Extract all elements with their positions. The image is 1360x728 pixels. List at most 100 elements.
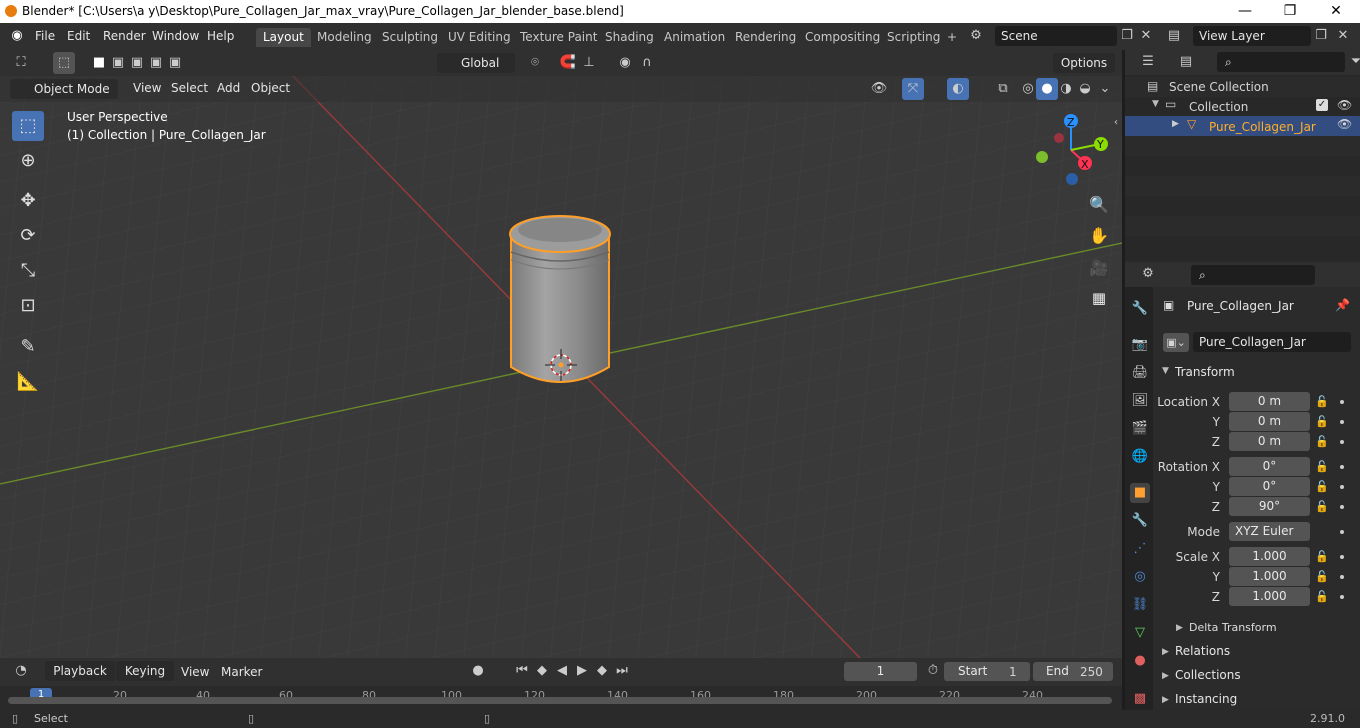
start-frame-field[interactable]: Start [944,662,1030,681]
keyframe-dot-icon[interactable] [1340,595,1344,599]
tab-sculpting[interactable]: Sculpting [375,28,445,47]
object-expand-icon[interactable]: ▶ [1172,119,1179,129]
outliner-scene-collection[interactable]: Scene Collection [1169,80,1269,94]
select-box-tool-icon[interactable]: ⬚ [12,111,44,141]
scale-tool-icon[interactable]: ⤡ [12,256,44,286]
object-visibility-icon[interactable]: 👁 [1337,117,1352,131]
navigation-gizmo[interactable] [1030,112,1120,202]
datablock-name-field[interactable]: Pure_Collagen_Jar [1193,332,1351,352]
menu-window[interactable]: Window [152,29,199,43]
panel-instancing[interactable]: Instancing [1175,692,1237,706]
tool-tab-icon[interactable]: 🔧 [1130,299,1150,319]
tab-scripting[interactable]: Scripting [880,28,947,47]
measure-tool-icon[interactable]: 📐 [12,367,44,397]
panel-delta-transform[interactable]: Delta Transform [1189,621,1277,634]
physics-tab-icon[interactable]: ◎ [1130,567,1150,587]
rotation-x-field[interactable]: 0° [1229,457,1310,476]
keyframe-dot-icon[interactable] [1340,440,1344,444]
tab-compositing[interactable]: Compositing [798,28,887,47]
lock-scale-y-icon[interactable]: 🔓 [1315,570,1329,584]
keyframe-dot-icon[interactable] [1340,555,1344,559]
lock-rotation-x-icon[interactable]: 🔓 [1315,460,1329,474]
new-view-layer-icon[interactable]: ❐ [1310,25,1332,47]
lock-location-x-icon[interactable]: 🔓 [1315,395,1329,409]
tab-texture-paint[interactable]: Texture Paint [513,28,604,47]
tab-modeling[interactable]: Modeling [310,28,379,47]
pan-hand-icon[interactable]: ✋ [1088,225,1110,247]
location-y-field[interactable]: 0 m [1229,412,1310,431]
menu-file[interactable]: File [35,29,55,43]
collection-visibility-icon[interactable]: 👁 [1337,98,1352,112]
collection-checkbox[interactable]: ✓ [1316,99,1328,111]
lock-rotation-y-icon[interactable]: 🔓 [1315,480,1329,494]
view-layer-tab-icon[interactable]: 🖼 [1130,391,1150,411]
outliner-collection[interactable]: Collection [1189,100,1248,114]
collections-expand-icon[interactable]: ▶ [1162,671,1169,681]
scale-z-field[interactable]: 1.000 [1229,587,1310,606]
zoom-icon[interactable]: 🔍 [1088,194,1110,216]
add-workspace-button[interactable]: + [940,28,964,47]
menu-render[interactable]: Render [103,29,146,43]
rotation-mode-dropdown[interactable]: XYZ Euler [1229,522,1310,541]
lock-location-z-icon[interactable]: 🔓 [1315,435,1329,449]
record-icon[interactable]: ● [467,660,489,682]
material-tab-icon[interactable]: ● [1130,651,1150,671]
scene-icon[interactable]: ⚙ [965,25,987,47]
collection-expand-icon[interactable]: ▼ [1152,99,1159,109]
datablock-type-icon[interactable]: ▣⌄ [1163,333,1189,352]
outliner-search-input[interactable]: ⌕ [1217,52,1345,72]
maximize-button[interactable]: ❐ [1267,0,1313,23]
properties-editor-icon[interactable]: ⚙ [1137,263,1159,285]
scale-y-field[interactable]: 1.000 [1229,567,1310,586]
next-keyframe-icon[interactable]: ◆ [591,660,613,682]
move-tool-icon[interactable]: ✥ [12,186,44,216]
data-tab-icon[interactable]: ▽ [1130,623,1150,643]
outliner-object[interactable]: Pure_Collagen_Jar [1209,120,1316,134]
tab-rendering[interactable]: Rendering [728,28,803,47]
camera-view-icon[interactable]: 🎥 [1088,257,1110,279]
keyframe-dot-icon[interactable] [1340,505,1344,509]
pin-icon[interactable]: 📌 [1335,298,1350,312]
ortho-grid-icon[interactable]: ▦ [1088,287,1110,309]
output-tab-icon[interactable]: 🖨 [1130,363,1150,383]
keyframe-dot-icon[interactable] [1340,400,1344,404]
rotate-tool-icon[interactable]: ⟳ [12,221,44,251]
panel-collections[interactable]: Collections [1175,668,1241,682]
transform-collapse-icon[interactable]: ▼ [1162,366,1169,376]
lock-location-y-icon[interactable]: 🔓 [1315,415,1329,429]
location-z-field[interactable]: 0 m [1229,432,1310,451]
outliner-editor-icon[interactable]: ☰ [1137,51,1159,73]
filter-icon[interactable]: ⏷ [1345,51,1360,73]
scene-field[interactable]: Scene [995,26,1117,46]
constraints-tab-icon[interactable]: ⛓ [1130,595,1150,615]
timeline-editor-icon[interactable]: ◔ [10,660,32,682]
relations-expand-icon[interactable]: ▶ [1162,647,1169,657]
object-tab-icon[interactable]: ■ [1130,483,1150,503]
keyframe-dot-icon[interactable] [1340,575,1344,579]
timeline-scrollbar[interactable] [8,697,1112,704]
minimize-button[interactable]: — [1222,0,1268,23]
lock-scale-z-icon[interactable]: 🔓 [1315,590,1329,604]
keying-dropdown[interactable]: Keying [116,661,174,681]
lock-rotation-z-icon[interactable]: 🔓 [1315,500,1329,514]
rotation-z-field[interactable]: 90° [1229,497,1310,516]
world-tab-icon[interactable]: 🌐 [1130,447,1150,467]
properties-search-input[interactable]: ⌕ [1191,265,1315,285]
blender-menu-icon[interactable]: ◉ [6,25,28,47]
3d-viewport[interactable]: User Perspective (1) Collection | Pure_C… [0,50,1122,658]
tab-layout[interactable]: Layout [256,28,311,47]
timeline-menu-marker[interactable]: Marker [221,665,262,679]
view-layer-field[interactable]: View Layer [1193,26,1311,46]
menu-help[interactable]: Help [207,29,234,43]
timeline-ruler[interactable]: 1 20 40 60 80 100 120 140 160 180 200 22… [0,686,1122,710]
jump-start-icon[interactable]: ⏮ [511,660,533,682]
transform-tool-icon[interactable]: ⊡ [12,291,44,321]
play-icon[interactable]: ▶ [571,660,593,682]
preview-range-icon[interactable]: ⏱ [922,660,944,682]
delta-expand-icon[interactable]: ▶ [1176,623,1183,633]
play-reverse-icon[interactable]: ◀ [551,660,573,682]
display-mode-icon[interactable]: ▤ [1175,51,1197,73]
keyframe-dot-icon[interactable] [1340,485,1344,489]
annotate-tool-icon[interactable]: ✎ [12,332,44,362]
rotation-y-field[interactable]: 0° [1229,477,1310,496]
